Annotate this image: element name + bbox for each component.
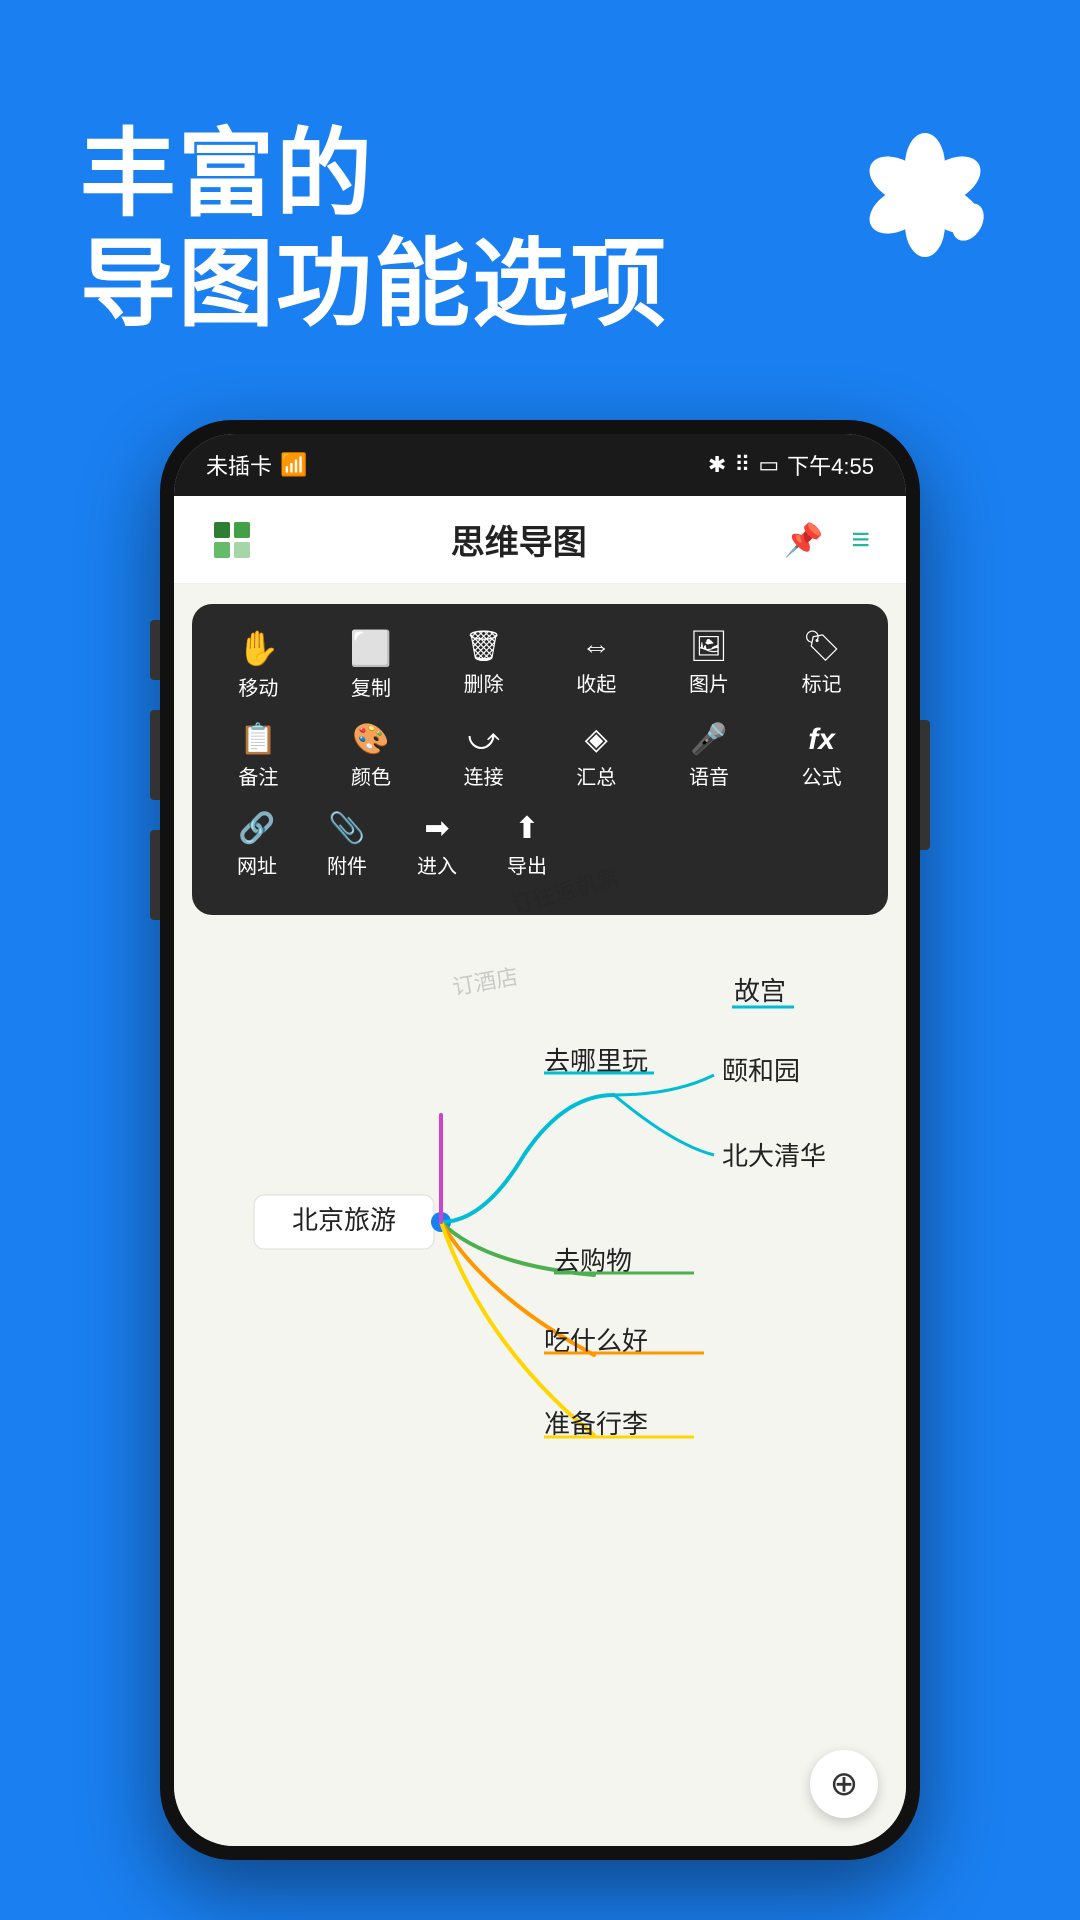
toolbar-delete[interactable]: 🗑 删除 <box>439 624 529 709</box>
content-area: ✋ 移动 ⬜ 复制 🗑 删除 ⇔ 收起 <box>174 584 906 1846</box>
voice-label: 语音 <box>689 761 729 790</box>
export-label: 导出 <box>507 850 547 879</box>
svg-text:准备行李: 准备行李 <box>544 1409 648 1439</box>
move-label: 移动 <box>238 672 278 701</box>
battery-icon: ▭ <box>758 452 779 478</box>
phone-frame: 未插卡 📶 ✱ ⠿ ▭ 下午4:55 <box>160 420 920 1860</box>
delete-label: 删除 <box>464 668 504 697</box>
voice-icon: 🎤 <box>690 725 727 755</box>
app-bar: 思维导图 📌 ≡ <box>174 496 906 584</box>
toolbar-color[interactable]: 🎨 颜色 <box>326 717 416 798</box>
header-text: 丰富的 导图功能选项 <box>80 120 668 341</box>
phone-silent <box>150 830 160 920</box>
tag-label: 标记 <box>802 668 842 697</box>
note-icon: 📋 <box>240 725 277 755</box>
attachment-icon: 📎 <box>328 814 365 844</box>
toolbar-connect[interactable]: ⤻ 连接 <box>439 717 529 798</box>
note-label: 备注 <box>238 761 278 790</box>
zoom-button[interactable]: ⊕ <box>810 1750 878 1818</box>
phone-power <box>920 720 930 850</box>
svg-text:订酒店: 订酒店 <box>451 964 520 1000</box>
toolbar-copy[interactable]: ⬜ 复制 <box>326 624 416 709</box>
connect-label: 连接 <box>464 761 504 790</box>
formula-label: 公式 <box>802 761 842 790</box>
toolbar-collapse[interactable]: ⇔ 收起 <box>551 624 641 709</box>
toolbar-row-1: ✋ 移动 ⬜ 复制 🗑 删除 ⇔ 收起 <box>202 624 878 709</box>
delete-icon: 🗑 <box>465 632 503 662</box>
phone-volume-down <box>150 710 160 800</box>
app-bar-icons: 📌 ≡ <box>783 521 870 559</box>
toolbar-move[interactable]: ✋ 移动 <box>213 624 303 709</box>
menu-icon[interactable]: ≡ <box>851 521 870 558</box>
image-icon: 🖼 <box>690 632 728 662</box>
tag-icon: 🏷 <box>803 632 841 662</box>
copy-icon: ⬜ <box>350 632 392 666</box>
copy-label: 复制 <box>351 672 391 701</box>
color-icon: 🎨 <box>352 725 389 755</box>
toolbar-image[interactable]: 🖼 图片 <box>664 624 754 709</box>
summary-icon: ◈ <box>585 725 608 755</box>
image-label: 图片 <box>689 668 729 697</box>
toolbar-row-3: 🔗 网址 📎 附件 ➡ 进入 ⬆ 导出 <box>202 806 878 887</box>
header-line1: 丰富的 <box>80 120 668 230</box>
bluetooth-icon: ✱ <box>708 452 726 478</box>
carrier-text: 未插卡 <box>206 449 272 481</box>
connect-icon: ⤻ <box>468 725 500 755</box>
formula-icon: fx <box>808 725 835 755</box>
enter-label: 进入 <box>417 850 457 879</box>
toolbar-formula[interactable]: fx 公式 <box>777 717 867 798</box>
svg-text:故宫: 故宫 <box>734 976 786 1006</box>
collapse-icon: ⇔ <box>581 632 611 662</box>
toolbar-row-2: 📋 备注 🎨 颜色 ⤻ 连接 ◈ 汇总 <box>202 717 878 798</box>
move-icon: ✋ <box>237 632 279 666</box>
toolbar-summary[interactable]: ◈ 汇总 <box>551 717 641 798</box>
color-label: 颜色 <box>351 761 391 790</box>
time-display: 下午4:55 <box>787 449 874 481</box>
phone-mockup: 未插卡 📶 ✱ ⠿ ▭ 下午4:55 <box>160 420 920 1860</box>
header-line2: 导图功能选项 <box>80 230 668 340</box>
svg-text:北京旅游: 北京旅游 <box>292 1205 396 1235</box>
toolbar-attachment[interactable]: 📎 附件 <box>302 806 392 887</box>
app-logo-icon[interactable] <box>210 518 254 562</box>
summary-label: 汇总 <box>576 761 616 790</box>
phone-volume-up <box>150 620 160 680</box>
toolbar-voice[interactable]: 🎤 语音 <box>664 717 754 798</box>
vibrate-icon: ⠿ <box>734 452 750 478</box>
pin-icon[interactable]: 📌 <box>783 521 823 559</box>
toolbar-tag[interactable]: 🏷 标记 <box>777 624 867 709</box>
phone-screen: 未插卡 📶 ✱ ⠿ ▭ 下午4:55 <box>174 434 906 1846</box>
app-title: 思维导图 <box>451 515 587 564</box>
export-icon: ⬆ <box>514 814 539 844</box>
url-label: 网址 <box>237 850 277 879</box>
attachment-label: 附件 <box>327 850 367 879</box>
collapse-label: 收起 <box>576 668 616 697</box>
toolbar-url[interactable]: 🔗 网址 <box>212 806 302 887</box>
status-bar: 未插卡 📶 ✱ ⠿ ▭ 下午4:55 <box>174 434 906 496</box>
svg-text:颐和园: 颐和园 <box>722 1056 800 1086</box>
toolbar-popup: ✋ 移动 ⬜ 复制 🗑 删除 ⇔ 收起 <box>192 604 888 915</box>
status-right: ✱ ⠿ ▭ 下午4:55 <box>708 449 874 481</box>
url-icon: 🔗 <box>238 814 275 844</box>
enter-icon: ➡ <box>424 814 449 844</box>
toolbar-enter[interactable]: ➡ 进入 <box>392 806 482 887</box>
flower-logo-icon <box>860 130 990 260</box>
toolbar-export[interactable]: ⬆ 导出 <box>482 806 572 887</box>
toolbar-note[interactable]: 📋 备注 <box>213 717 303 798</box>
svg-text:北大清华: 北大清华 <box>722 1141 826 1171</box>
signal-icon: 📶 <box>280 452 307 478</box>
status-left: 未插卡 📶 <box>206 449 307 481</box>
